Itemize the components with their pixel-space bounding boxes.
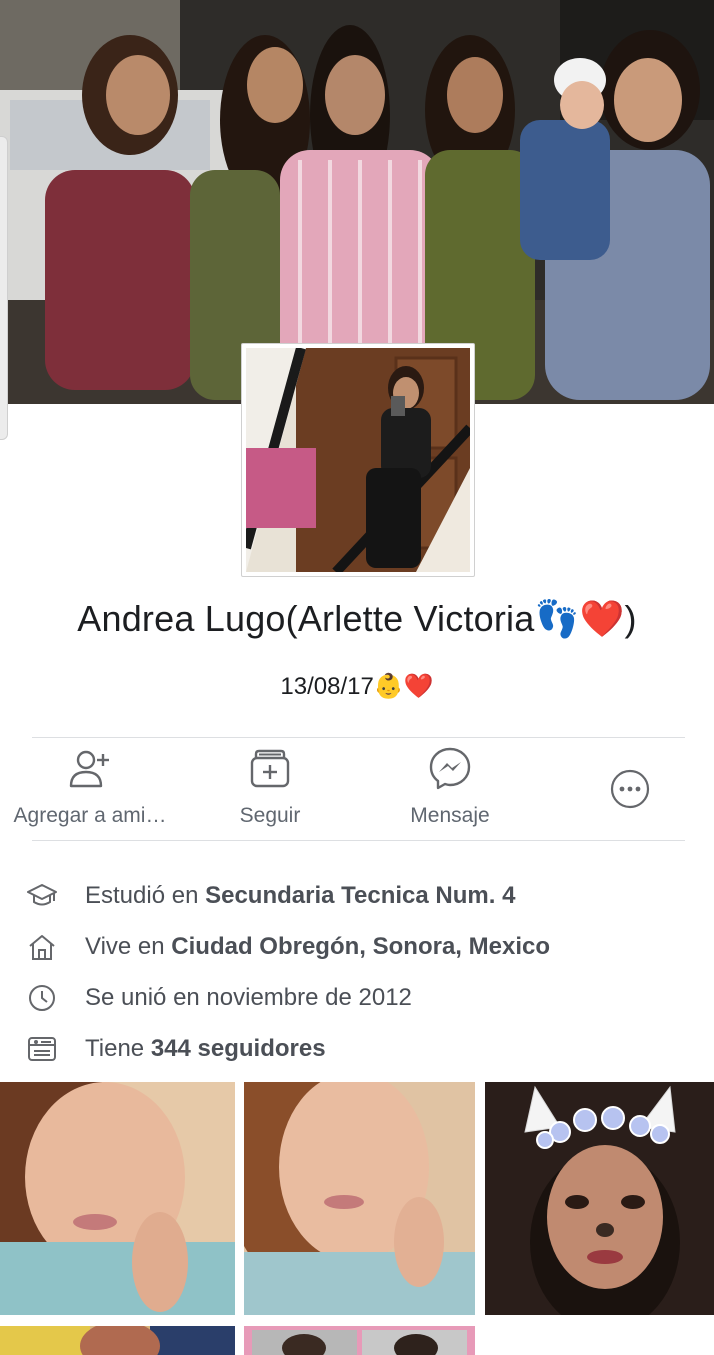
follow-label: Seguir xyxy=(239,804,301,827)
lives-prefix: Vive en xyxy=(85,933,172,960)
profile-bio: 13/08/17👶❤️ xyxy=(280,673,434,700)
add-friend-icon xyxy=(68,746,112,795)
clock-icon xyxy=(26,983,58,1018)
follow-button[interactable]: Seguir xyxy=(180,738,360,840)
profile-picture[interactable] xyxy=(241,343,475,577)
education-value: Secundaria Tecnica Num. 4 xyxy=(205,882,516,909)
joined-text: Se unió en noviembre de 2012 xyxy=(85,984,412,1011)
message-label: Mensaje xyxy=(410,804,490,827)
intro-location[interactable]: Vive en Ciudad Obregón, Sonora, Mexico xyxy=(0,927,714,967)
profile-primary-name: Andrea Lugo xyxy=(77,598,286,639)
follow-icon xyxy=(248,746,292,795)
add-friend-button[interactable]: Agregar a ami… xyxy=(0,738,180,840)
intro-followers[interactable]: Tiene 344 seguidores xyxy=(0,1029,714,1069)
more-button[interactable] xyxy=(540,738,714,840)
intro-joined: Se unió en noviembre de 2012 xyxy=(0,978,714,1018)
followers-prefix: Tiene xyxy=(85,1035,151,1062)
profile-name: Andrea Lugo(Arlette Victoria👣❤️) xyxy=(0,598,714,640)
photo-tile[interactable] xyxy=(244,1326,475,1355)
add-friend-label: Agregar a ami… xyxy=(13,804,167,827)
profile-actions: Agregar a ami… Seguir Mensaje xyxy=(0,738,714,840)
lives-value: Ciudad Obregón, Sonora, Mexico xyxy=(171,933,550,960)
photo-tile[interactable] xyxy=(485,1082,714,1315)
divider-bottom xyxy=(32,840,685,841)
message-button[interactable]: Mensaje xyxy=(360,738,540,840)
photo-tile[interactable] xyxy=(244,1082,475,1315)
home-icon xyxy=(26,932,58,967)
profile-alternate-name: (Arlette Victoria👣❤️) xyxy=(285,598,637,639)
graduation-cap-icon xyxy=(26,881,58,916)
side-panel-handle[interactable] xyxy=(0,136,8,440)
followers-value: 344 seguidores xyxy=(150,1035,326,1062)
followers-icon xyxy=(26,1034,58,1069)
more-icon xyxy=(609,768,651,815)
photo-tile[interactable] xyxy=(0,1082,235,1315)
photo-tile[interactable] xyxy=(0,1326,235,1355)
intro-education[interactable]: Estudió en Secundaria Tecnica Num. 4 xyxy=(0,876,714,916)
education-prefix: Estudió en xyxy=(85,882,206,909)
messenger-icon xyxy=(428,746,472,795)
